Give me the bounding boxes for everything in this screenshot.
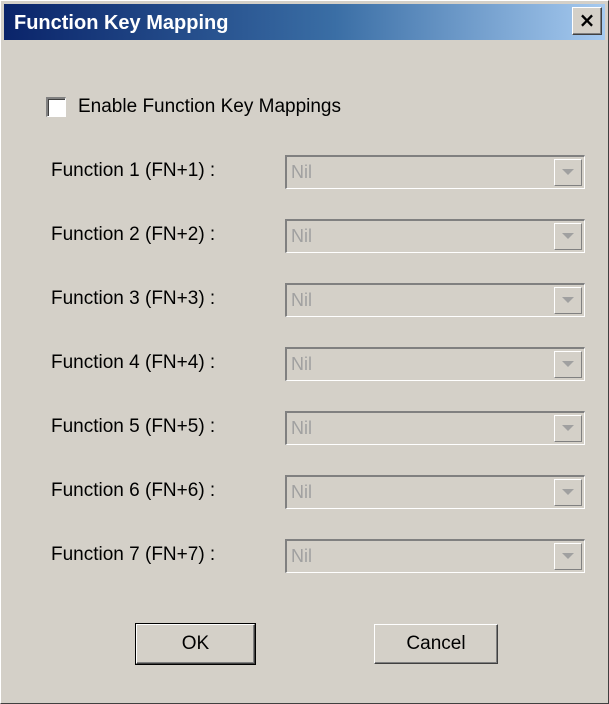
function-7-value: Nil	[291, 546, 312, 566]
enable-mappings-checkbox[interactable]	[46, 97, 66, 117]
function-1-value: Nil	[291, 162, 312, 182]
enable-mappings-label[interactable]: Enable Function Key Mappings	[78, 96, 341, 118]
function-row-5: Function 5 (FN+5) : Nil	[1, 411, 609, 445]
function-row-6: Function 6 (FN+6) : Nil	[1, 475, 609, 509]
chevron-down-icon[interactable]	[554, 543, 582, 570]
function-1-select[interactable]: Nil	[285, 155, 585, 189]
function-row-2: Function 2 (FN+2) : Nil	[1, 219, 609, 253]
function-7-select[interactable]: Nil	[285, 539, 585, 573]
window-title: Function Key Mapping	[14, 12, 229, 34]
chevron-down-icon[interactable]	[554, 223, 582, 250]
function-6-label: Function 6 (FN+6) :	[51, 480, 216, 501]
function-4-value: Nil	[291, 354, 312, 374]
chevron-down-icon[interactable]	[554, 159, 582, 186]
function-2-value: Nil	[291, 226, 312, 246]
enable-mappings-row[interactable]: Enable Function Key Mappings	[46, 94, 341, 120]
chevron-down-icon[interactable]	[554, 479, 582, 506]
function-6-value: Nil	[291, 482, 312, 502]
function-5-value: Nil	[291, 418, 312, 438]
function-3-value: Nil	[291, 290, 312, 310]
function-1-label: Function 1 (FN+1) :	[51, 160, 216, 181]
function-row-1: Function 1 (FN+1) : Nil	[1, 155, 609, 189]
function-4-label: Function 4 (FN+4) :	[51, 352, 216, 373]
function-5-select[interactable]: Nil	[285, 411, 585, 445]
function-2-label: Function 2 (FN+2) :	[51, 224, 216, 245]
function-4-select[interactable]: Nil	[285, 347, 585, 381]
function-5-label: Function 5 (FN+5) :	[51, 416, 216, 437]
close-icon: ×	[578, 8, 596, 32]
title-bar[interactable]: Function Key Mapping ×	[4, 4, 605, 40]
function-row-7: Function 7 (FN+7) : Nil	[1, 539, 609, 573]
function-row-4: Function 4 (FN+4) : Nil	[1, 347, 609, 381]
function-7-label: Function 7 (FN+7) :	[51, 544, 216, 565]
function-row-3: Function 3 (FN+3) : Nil	[1, 283, 609, 317]
function-key-mapping-dialog: Function Key Mapping × Enable Function K…	[0, 0, 609, 704]
chevron-down-icon[interactable]	[554, 415, 582, 442]
function-3-label: Function 3 (FN+3) :	[51, 288, 216, 309]
function-6-select[interactable]: Nil	[285, 475, 585, 509]
cancel-button[interactable]: Cancel	[374, 624, 498, 664]
function-3-select[interactable]: Nil	[285, 283, 585, 317]
function-2-select[interactable]: Nil	[285, 219, 585, 253]
close-button[interactable]: ×	[572, 7, 602, 35]
ok-button[interactable]: OK	[135, 623, 256, 665]
chevron-down-icon[interactable]	[554, 287, 582, 314]
chevron-down-icon[interactable]	[554, 351, 582, 378]
